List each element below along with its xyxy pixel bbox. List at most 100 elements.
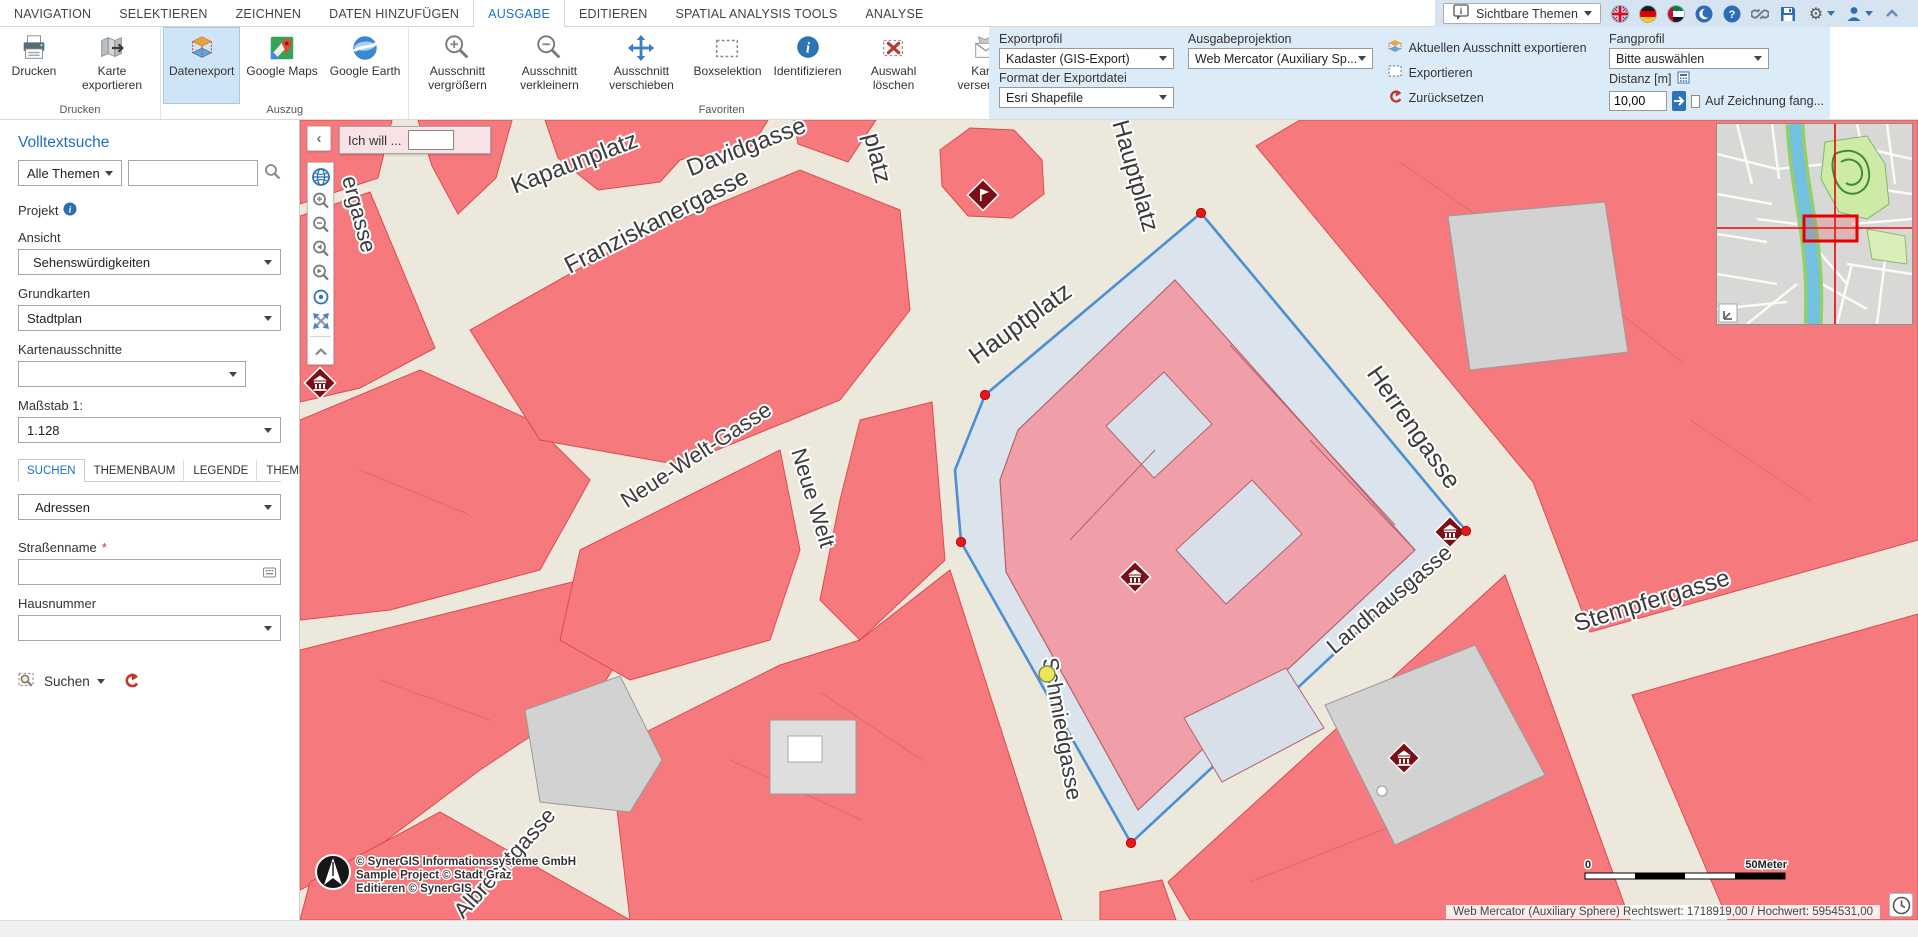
export-action-aktuellen-ausschnitt-exportieren[interactable]: Aktuellen Ausschnitt exportieren	[1387, 38, 1595, 57]
ribbon-button-drucken[interactable]: Drucken	[2, 27, 66, 104]
grundkarten-select[interactable]: Stadtplan	[18, 305, 281, 331]
chevron-down-icon	[1865, 11, 1873, 16]
sidebar-tab-suchen[interactable]: SUCHEN	[18, 459, 85, 482]
ribbon-button-karte-exportieren[interactable]: Karte exportieren	[66, 27, 158, 104]
ribbon-button-ausschnitt-verkleinern[interactable]: Ausschnitt verkleinern	[503, 27, 595, 104]
extent-rectangle[interactable]	[1804, 216, 1857, 241]
distanz-input[interactable]	[1609, 91, 1667, 111]
info-icon[interactable]: i	[63, 202, 77, 219]
ribbon-button-ausschnitt-vergrößern[interactable]: Ausschnitt vergrößern	[411, 27, 503, 104]
collapse-up-icon[interactable]	[311, 342, 331, 362]
sidebar-tab-themenbaum[interactable]: THEMENBAUM	[85, 459, 185, 482]
user-menu[interactable]	[1845, 5, 1873, 23]
menu-tab-ausgabe[interactable]: AUSGABE	[473, 0, 565, 27]
ribbon-button-identifizieren[interactable]: iIdentifizieren	[768, 27, 848, 104]
kartenausschnitte-label: Kartenausschnitte	[18, 342, 281, 357]
flag-de-icon[interactable]	[1639, 5, 1657, 23]
globe-icon[interactable]	[311, 167, 331, 187]
fangprofil-select[interactable]: Bitte auswählen	[1609, 48, 1769, 69]
identify-icon: i	[793, 32, 823, 64]
menu-tab-editieren[interactable]: EDITIEREN	[565, 0, 661, 27]
overview-minimap[interactable]	[1716, 123, 1913, 325]
ribbon-button-label: Ausschnitt vergrößern	[417, 64, 497, 92]
dataexport-icon	[187, 32, 217, 64]
fulltext-search-title: Volltextsuche	[18, 134, 281, 152]
sidebar-tab-legende[interactable]: LEGENDE	[184, 459, 257, 482]
map-canvas[interactable]: ergasseKapaunplatzDavidgasseFranziskaner…	[300, 120, 1918, 920]
projection-column: Ausgabeprojektion Web Mercator (Auxiliar…	[1188, 30, 1373, 116]
snap-column: Fangprofil Bitte auswählen Distanz [m] A…	[1609, 30, 1824, 116]
selection-vertex[interactable]	[980, 390, 989, 399]
menu-tab-selektieren[interactable]: SELEKTIEREN	[105, 0, 221, 27]
theme-filter-select[interactable]: Alle Themen	[18, 160, 122, 186]
ribbon-button-google-maps[interactable]: Google Maps	[240, 27, 323, 104]
export-action-zurücksetzen[interactable]: Zurücksetzen	[1387, 88, 1595, 107]
chevron-down-icon	[105, 171, 113, 176]
poi-marker[interactable]	[1039, 666, 1055, 682]
svg-text:50Meter: 50Meter	[1745, 859, 1787, 871]
settings-menu[interactable]: ⚙	[1807, 5, 1835, 23]
menu-tab-analyse[interactable]: ANALYSE	[851, 0, 937, 27]
strassenname-input[interactable]	[18, 559, 281, 585]
snap-drawing-checkbox[interactable]	[1691, 95, 1701, 108]
clock-icon[interactable]	[1889, 893, 1913, 917]
ribbon-button-ausschnitt-verschieben[interactable]: Ausschnitt verschieben	[595, 27, 687, 104]
kartenausschnitte-select[interactable]	[18, 361, 246, 387]
ribbon-button-label: Google Maps	[246, 64, 317, 92]
flag-ae-icon[interactable]	[1667, 5, 1685, 23]
save-icon[interactable]	[1779, 5, 1797, 23]
projection-label: Ausgabeprojektion	[1188, 32, 1373, 46]
chevron-down-icon	[264, 428, 272, 433]
sidebar-collapse-button[interactable]: ‹	[307, 126, 331, 151]
hausnummer-select[interactable]	[18, 615, 281, 641]
help-icon[interactable]: ?	[1723, 5, 1741, 23]
ribbon-button-datenexport[interactable]: Datenexport	[163, 27, 240, 104]
selection-vertex[interactable]	[1126, 838, 1135, 847]
format-select[interactable]: Esri Shapefile	[999, 87, 1174, 108]
reset-search-icon[interactable]	[122, 672, 140, 691]
menu-tab-navigation[interactable]: NAVIGATION	[0, 0, 105, 27]
search-category-select[interactable]: Adressen	[18, 494, 281, 520]
link-icon[interactable]	[1751, 5, 1769, 23]
zoom-prev-icon[interactable]	[311, 239, 331, 259]
center-map-icon[interactable]	[311, 287, 331, 307]
ribbon: DruckenKarte exportierenDruckenDatenexpo…	[0, 27, 1918, 120]
selection-vertex[interactable]	[1461, 526, 1470, 535]
selection-vertex[interactable]	[1196, 208, 1205, 217]
flag-uk-icon[interactable]	[1611, 5, 1629, 23]
menu-tab-spatial-analysis-tools[interactable]: SPATIAL ANALYSIS TOOLS	[661, 0, 851, 27]
map-viewport[interactable]: ergasseKapaunplatzDavidgasseFranziskaner…	[300, 120, 1918, 920]
massstab-select[interactable]: 1.128	[18, 417, 281, 443]
zoom-in-icon[interactable]	[311, 191, 331, 211]
chevron-down-icon[interactable]	[97, 679, 105, 684]
export-action-label: Aktuellen Ausschnitt exportieren	[1409, 41, 1587, 55]
crescent-icon[interactable]	[1695, 5, 1713, 23]
apply-distance-button[interactable]	[1672, 91, 1686, 111]
calculator-icon[interactable]	[1677, 71, 1690, 87]
fulltext-search-input[interactable]	[128, 160, 258, 186]
ribbon-group-favoriten: Ausschnitt vergrößernAusschnitt verklein…	[409, 27, 1034, 119]
collapse-ribbon-icon[interactable]	[1883, 5, 1901, 23]
menu-tab-zeichnen[interactable]: ZEICHNEN	[222, 0, 316, 27]
ich-will-input[interactable]	[408, 130, 454, 150]
zoom-out-icon[interactable]	[311, 215, 331, 235]
selection-vertex[interactable]	[956, 537, 965, 546]
menu-bar: NAVIGATIONSELEKTIERENZEICHNENDATEN HINZU…	[0, 0, 1918, 27]
projection-select[interactable]: Web Mercator (Auxiliary Sp...	[1188, 48, 1373, 69]
visible-themes-button[interactable]: i Sichtbare Themen	[1443, 3, 1601, 24]
full-extent-icon[interactable]	[311, 311, 331, 331]
ribbon-button-auswahl-löschen[interactable]: Auswahl löschen	[848, 27, 940, 104]
ansicht-select[interactable]: Sehenswürdigkeiten	[18, 249, 281, 275]
menu-tab-daten-hinzufügen[interactable]: DATEN HINZUFÜGEN	[315, 0, 473, 27]
ribbon-group-auszug: DatenexportGoogle MapsGoogle EarthAuszug	[161, 27, 409, 119]
zoom-next-icon[interactable]	[311, 263, 331, 283]
search-icon[interactable]	[264, 163, 281, 183]
keyboard-icon[interactable]	[263, 566, 276, 581]
ribbon-button-boxselektion[interactable]: Boxselektion	[687, 27, 767, 104]
ribbon-button-label: Drucken	[12, 64, 57, 92]
suchen-button[interactable]: Suchen	[44, 674, 90, 689]
ribbon-button-google-earth[interactable]: Google Earth	[324, 27, 407, 104]
dashed-box-mini-icon	[1387, 63, 1403, 82]
exportprofil-select[interactable]: Kadaster (GIS-Export)	[999, 48, 1174, 69]
export-action-exportieren[interactable]: Exportieren	[1387, 63, 1595, 82]
